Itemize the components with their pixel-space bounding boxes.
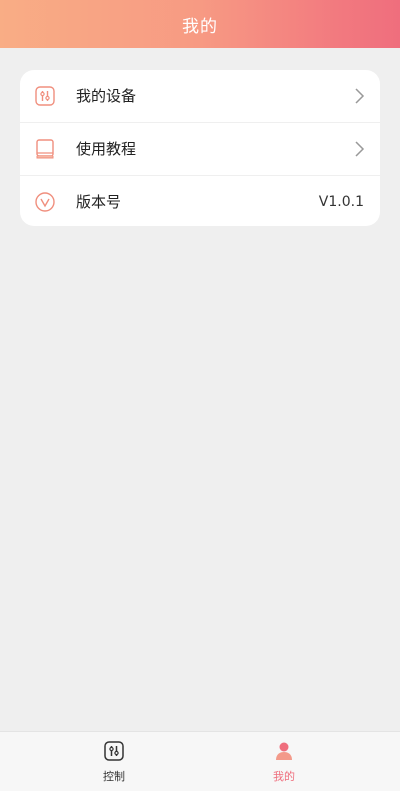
user-icon: [273, 740, 295, 762]
menu-item-label: 版本号: [76, 193, 122, 211]
tab-label: 控制: [103, 770, 125, 783]
version-icon: [34, 191, 56, 213]
control-icon: [103, 740, 125, 762]
menu-item-label: 我的设备: [76, 87, 137, 105]
tab-mine[interactable]: 我的: [254, 740, 314, 788]
chevron-right-icon: [352, 141, 366, 157]
menu-item-my-devices[interactable]: 我的设备: [20, 70, 380, 122]
menu-item-version: 版本号 V1.0.1: [20, 175, 380, 226]
bottom-tab-bar: 控制 我的: [0, 731, 400, 791]
tab-control[interactable]: 控制: [84, 740, 144, 788]
book-icon: [34, 138, 56, 160]
menu-item-tutorial[interactable]: 使用教程: [20, 122, 380, 175]
version-value: V1.0.1: [318, 194, 364, 210]
header-bar: 我的: [0, 0, 400, 48]
menu-item-label: 使用教程: [76, 140, 137, 158]
tab-label: 我的: [273, 770, 295, 783]
page-title: 我的: [182, 16, 218, 37]
chevron-right-icon: [352, 88, 366, 104]
menu-card: 我的设备 使用教程 版本号 V1.0.1: [20, 70, 380, 226]
device-icon: [34, 85, 56, 107]
